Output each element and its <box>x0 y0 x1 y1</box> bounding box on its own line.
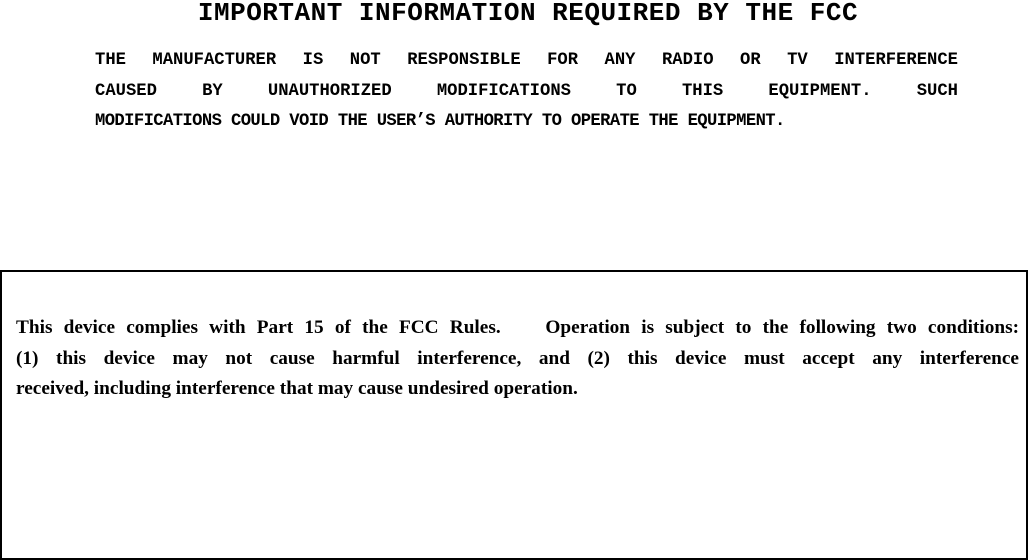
document-title: IMPORTANT INFORMATION REQUIRED BY THE FC… <box>197 0 859 28</box>
notice-line: CAUSED BY UNAUTHORIZED MODIFICATIONS TO … <box>95 81 958 101</box>
manufacturer-notice: THE MANUFACTURER IS NOT RESPONSIBLE FOR … <box>95 46 958 138</box>
compliance-line: received, including interference that ma… <box>16 378 578 399</box>
compliance-line: This device complies with Part 15 of the… <box>16 317 1019 338</box>
compliance-statement: This device complies with Part 15 of the… <box>16 313 1019 405</box>
notice-line: MODIFICATIONS COULD VOID THE USER’S AUTH… <box>95 112 785 131</box>
notice-line: THE MANUFACTURER IS NOT RESPONSIBLE FOR … <box>95 51 958 70</box>
compliance-line: (1) this device may not cause harmful in… <box>16 347 1019 369</box>
